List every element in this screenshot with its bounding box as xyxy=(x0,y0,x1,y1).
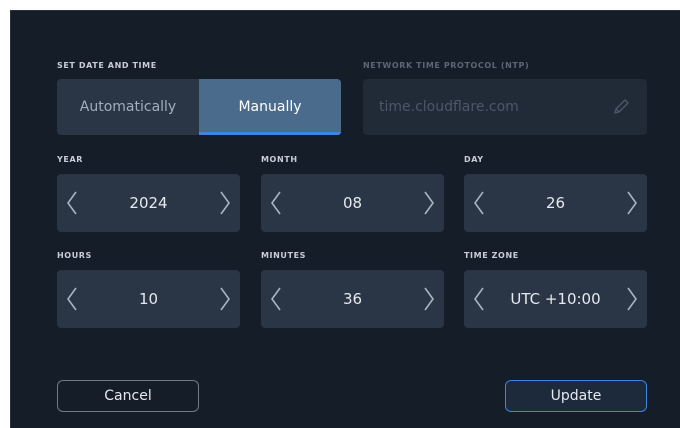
set-date-time-label: SET DATE AND TIME xyxy=(57,61,157,70)
hours-label: HOURS xyxy=(57,251,92,260)
time-zone-increment-button[interactable] xyxy=(617,270,647,328)
ntp-server-value: time.cloudflare.com xyxy=(379,99,519,115)
month-stepper: 08 xyxy=(261,174,444,232)
chevron-left-icon xyxy=(474,287,484,311)
month-value: 08 xyxy=(342,194,363,212)
day-stepper: 26 xyxy=(464,174,647,232)
month-label: MONTH xyxy=(261,155,298,164)
chevron-left-icon xyxy=(271,287,281,311)
manually-option[interactable]: Manually xyxy=(199,79,341,135)
cancel-button[interactable]: Cancel xyxy=(57,380,199,412)
date-time-dialog: SET DATE AND TIME Automatically Manually… xyxy=(10,10,680,428)
chevron-right-icon xyxy=(424,287,434,311)
minutes-decrement-button[interactable] xyxy=(261,270,291,328)
time-zone-decrement-button[interactable] xyxy=(464,270,494,328)
month-decrement-button[interactable] xyxy=(261,174,291,232)
minutes-label: MINUTES xyxy=(261,251,307,260)
year-label: YEAR xyxy=(57,155,84,164)
chevron-left-icon xyxy=(474,191,484,215)
date-mode-toggle: Automatically Manually xyxy=(57,79,341,135)
update-button[interactable]: Update xyxy=(505,380,647,412)
chevron-left-icon xyxy=(271,191,281,215)
year-value: 2024 xyxy=(129,194,168,212)
time-zone-value: UTC +10:00 xyxy=(510,290,601,308)
time-zone-label: TIME ZONE xyxy=(464,251,519,260)
ntp-field: time.cloudflare.com xyxy=(363,79,647,135)
chevron-left-icon xyxy=(67,287,77,311)
year-decrement-button[interactable] xyxy=(57,174,87,232)
minutes-increment-button[interactable] xyxy=(414,270,444,328)
year-increment-button[interactable] xyxy=(210,174,240,232)
month-increment-button[interactable] xyxy=(414,174,444,232)
year-stepper: 2024 xyxy=(57,174,240,232)
day-increment-button[interactable] xyxy=(617,174,647,232)
automatically-option[interactable]: Automatically xyxy=(57,79,199,135)
chevron-right-icon xyxy=(424,191,434,215)
day-label: DAY xyxy=(464,155,484,164)
time-zone-stepper: UTC +10:00 xyxy=(464,270,647,328)
hours-decrement-button[interactable] xyxy=(57,270,87,328)
hours-stepper: 10 xyxy=(57,270,240,328)
hours-value: 10 xyxy=(138,290,159,308)
chevron-right-icon xyxy=(220,287,230,311)
minutes-stepper: 36 xyxy=(261,270,444,328)
chevron-right-icon xyxy=(627,191,637,215)
chevron-right-icon xyxy=(627,287,637,311)
ntp-label: NETWORK TIME PROTOCOL (NTP) xyxy=(363,61,530,70)
pencil-icon xyxy=(614,99,629,114)
hours-increment-button[interactable] xyxy=(210,270,240,328)
chevron-left-icon xyxy=(67,191,77,215)
day-value: 26 xyxy=(545,194,566,212)
day-decrement-button[interactable] xyxy=(464,174,494,232)
minutes-value: 36 xyxy=(342,290,363,308)
chevron-right-icon xyxy=(220,191,230,215)
